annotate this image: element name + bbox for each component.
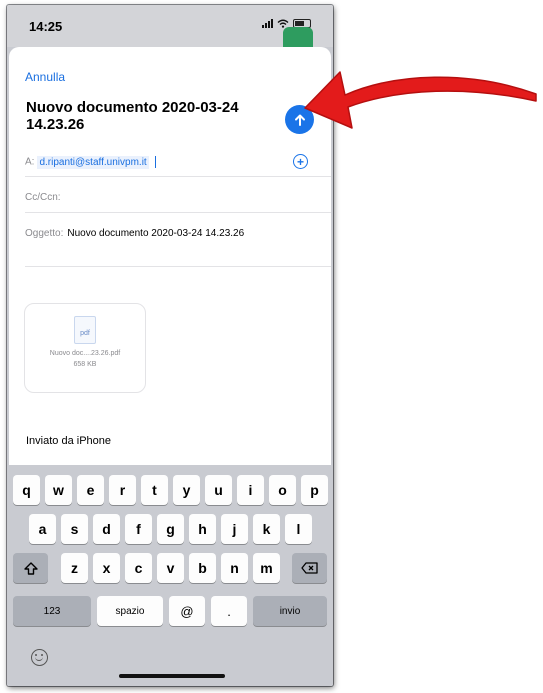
- pointer-arrow-icon: [304, 71, 537, 129]
